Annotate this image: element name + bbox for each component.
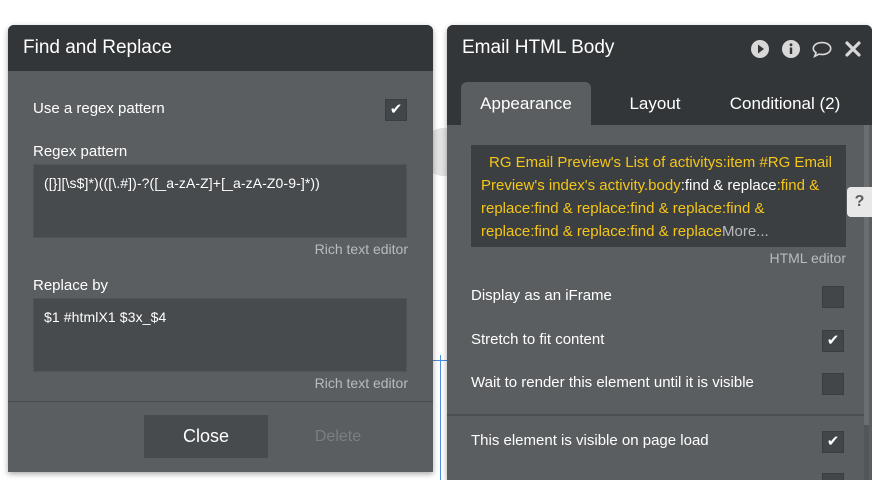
rich-text-editor-link[interactable]: Rich text editor bbox=[315, 241, 408, 257]
display-iframe-label: Display as an iFrame bbox=[471, 287, 612, 304]
wait-to-render-checkbox[interactable] bbox=[822, 373, 844, 395]
replace-by-input[interactable]: $1 #htmlX1 $3x_$4 bbox=[33, 298, 407, 372]
dialog-footer: Close Delete bbox=[8, 401, 433, 472]
scrollbar-thumb[interactable] bbox=[864, 125, 869, 425]
checkmark-icon: ✔ bbox=[389, 101, 403, 118]
comment-icon[interactable] bbox=[811, 38, 833, 60]
visible-on-load-checkbox[interactable]: ✔ bbox=[822, 431, 844, 453]
replace-by-label: Replace by bbox=[33, 277, 109, 294]
checkmark-icon: ✔ bbox=[826, 332, 840, 349]
help-button[interactable]: ? bbox=[847, 187, 872, 217]
rich-text-editor-link[interactable]: Rich text editor bbox=[315, 375, 408, 391]
header-icons bbox=[749, 38, 864, 60]
regex-pattern-label: Regex pattern bbox=[33, 143, 128, 160]
checkmark-icon: ✔ bbox=[826, 433, 840, 450]
tabs-bar: Appearance Layout Conditional (2) bbox=[447, 71, 872, 125]
use-regex-checkbox[interactable]: ✔ bbox=[385, 99, 407, 121]
html-editor-link[interactable]: HTML editor bbox=[769, 250, 846, 266]
more-link[interactable]: More... bbox=[722, 223, 769, 240]
find-replace-dialog: Find and Replace Use a regex pattern ✔ R… bbox=[8, 25, 433, 472]
find-replace-title: Find and Replace bbox=[8, 25, 433, 71]
regex-pattern-input[interactable]: ([}][\s$]*)(([\.#])-?([_a-zA-Z]+[_a-zA-Z… bbox=[33, 164, 407, 238]
wait-to-render-label: Wait to render this element until it is … bbox=[471, 374, 754, 391]
close-button[interactable]: Close bbox=[144, 415, 268, 458]
info-icon[interactable] bbox=[780, 38, 802, 60]
tab-layout[interactable]: Layout bbox=[615, 82, 695, 125]
section-divider bbox=[447, 414, 864, 416]
expression-operator: :find & replace bbox=[680, 177, 777, 194]
stretch-to-fit-label: Stretch to fit content bbox=[471, 331, 605, 348]
visible-on-load-label: This element is visible on page load bbox=[471, 432, 709, 449]
next-option-checkbox[interactable] bbox=[822, 473, 844, 480]
property-editor-panel: Email HTML Body Appearance Layout Condit… bbox=[447, 25, 872, 480]
canvas-guide-line bbox=[440, 355, 441, 480]
html-expression-field[interactable]: RG Email Preview's List of activitys:ite… bbox=[471, 145, 846, 247]
play-icon[interactable] bbox=[749, 38, 771, 60]
tab-conditional[interactable]: Conditional (2) bbox=[725, 82, 845, 125]
tab-appearance[interactable]: Appearance bbox=[461, 82, 591, 125]
close-icon[interactable] bbox=[842, 38, 864, 60]
stretch-to-fit-checkbox[interactable]: ✔ bbox=[822, 330, 844, 352]
use-regex-label: Use a regex pattern bbox=[33, 100, 165, 117]
delete-button[interactable]: Delete bbox=[308, 415, 368, 458]
display-iframe-checkbox[interactable] bbox=[822, 286, 844, 308]
canvas-guide-line bbox=[433, 360, 447, 361]
